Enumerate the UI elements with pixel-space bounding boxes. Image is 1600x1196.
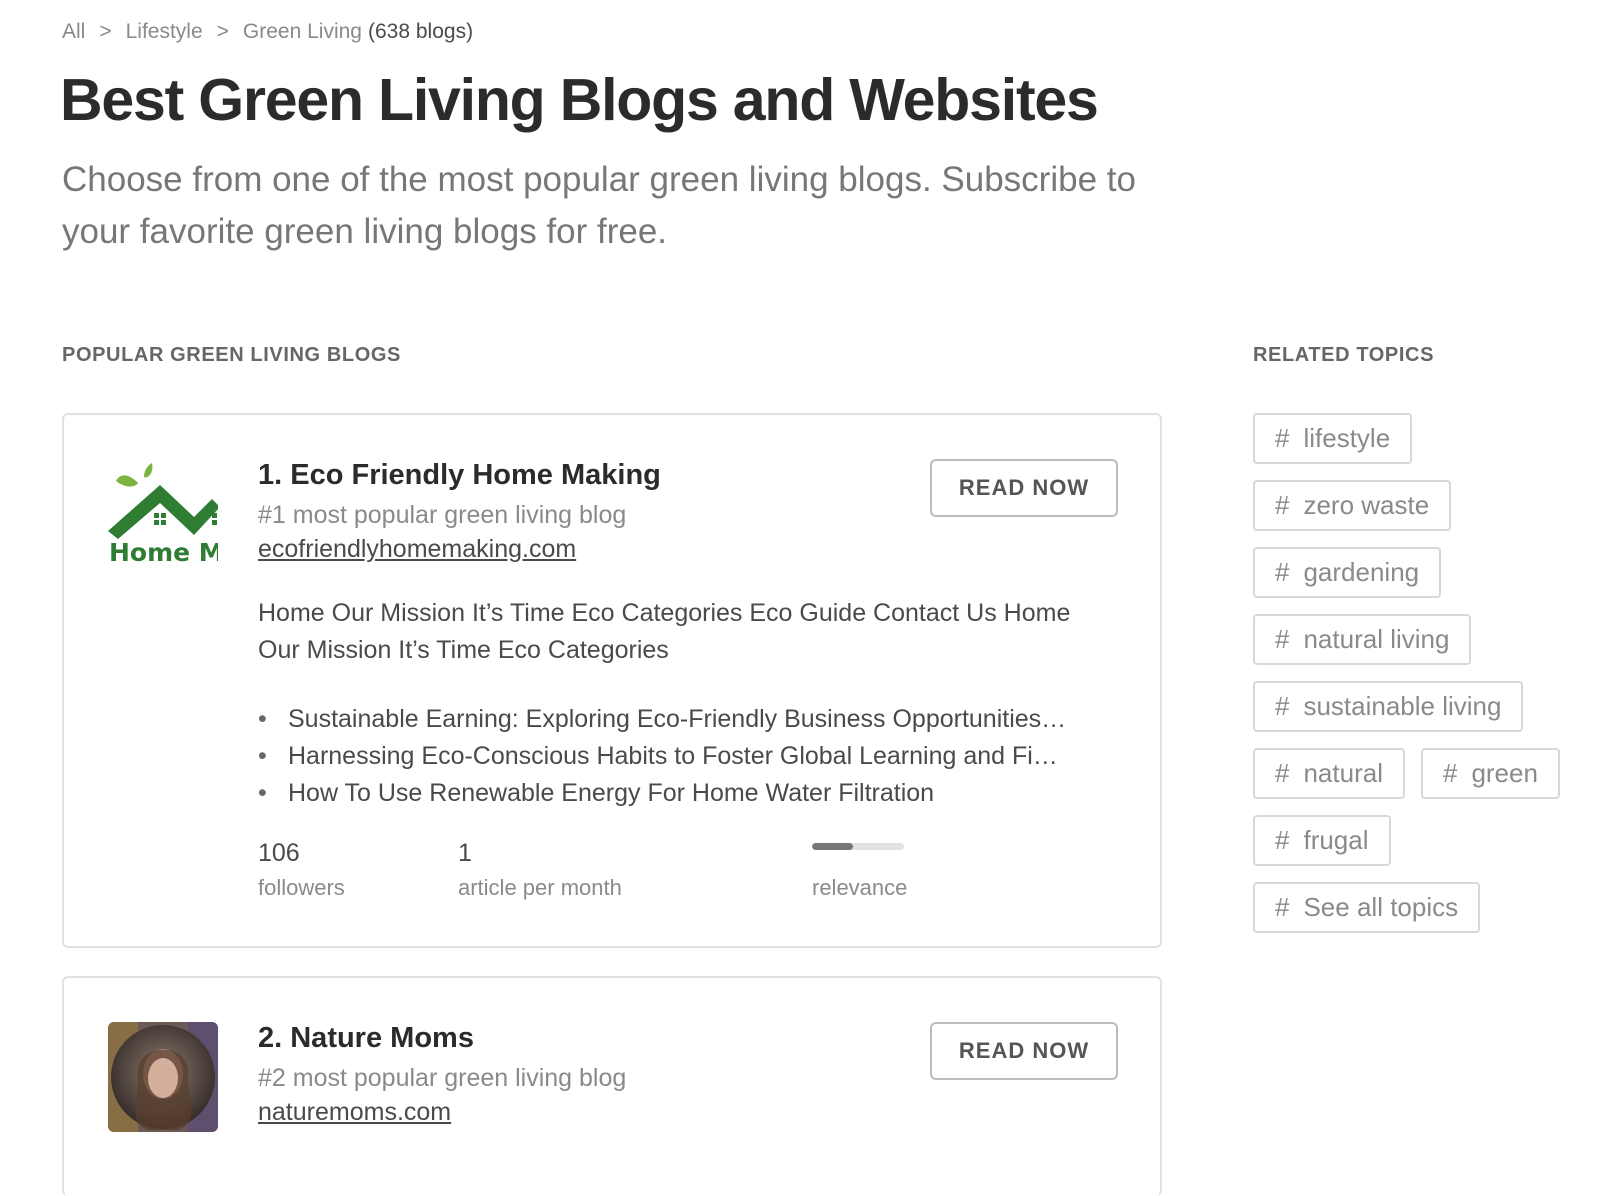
relevance-label: relevance: [812, 875, 908, 900]
read-now-button[interactable]: READ NOW: [930, 459, 1118, 517]
read-now-button[interactable]: READ NOW: [930, 1022, 1118, 1080]
breadcrumb-all[interactable]: All: [62, 20, 85, 43]
breadcrumb-green-living[interactable]: Green Living: [243, 20, 362, 43]
popular-blogs-heading: POPULAR GREEN LIVING BLOGS: [62, 344, 401, 366]
hashtag-icon: #: [1275, 758, 1290, 788]
hashtag-icon: #: [1275, 423, 1290, 453]
topic-zero-waste[interactable]: # zero waste: [1253, 480, 1452, 531]
blog-title[interactable]: 1. Eco Friendly Home Making: [258, 459, 661, 492]
blog-rank: #2 most popular green living blog: [258, 1064, 627, 1092]
hashtag-icon: #: [1275, 691, 1290, 721]
blog-rank: #1 most popular green living blog: [258, 501, 627, 529]
see-all-topics-link[interactable]: # See all topics: [1253, 882, 1481, 933]
topic-natural[interactable]: # natural: [1253, 748, 1405, 799]
breadcrumb-separator: >: [99, 20, 112, 43]
topic-label: gardening: [1303, 557, 1420, 587]
page-title: Best Green Living Blogs and Websites: [60, 67, 1099, 133]
topic-label: lifestyle: [1303, 423, 1391, 453]
relevance-bar: [812, 843, 904, 850]
post-item[interactable]: How To Use Renewable Energy For Home Wat…: [258, 775, 1098, 812]
followers-label: followers: [258, 875, 345, 900]
blog-logo: Home M: [108, 459, 218, 569]
logo-text: Home M: [109, 538, 218, 567]
related-topics-heading: RELATED TOPICS: [1253, 344, 1435, 366]
breadcrumb-blog-count: (638 blogs): [368, 20, 474, 43]
hashtag-icon: #: [1275, 825, 1290, 855]
relevance-bar-fill: [812, 843, 854, 850]
breadcrumb-separator: >: [216, 20, 229, 43]
recent-posts-list: Sustainable Earning: Exploring Eco-Frien…: [258, 701, 1098, 812]
blog-url-link[interactable]: ecofriendlyhomemaking.com: [258, 535, 576, 564]
post-item[interactable]: Harnessing Eco-Conscious Habits to Foste…: [258, 738, 1098, 775]
frequency-label: article per month: [458, 875, 622, 900]
frequency-count: 1: [458, 839, 472, 867]
topic-frugal[interactable]: # frugal: [1253, 815, 1391, 866]
blog-card: Home M 1. Eco Friendly Home Making #1 mo…: [62, 413, 1162, 948]
topic-natural-living[interactable]: # natural living: [1253, 614, 1472, 665]
blog-avatar: [108, 1022, 218, 1132]
page-subtitle: Choose from one of the most popular gree…: [62, 160, 1136, 251]
hashtag-icon: #: [1275, 624, 1290, 654]
followers-count: 106: [258, 839, 300, 867]
topic-label: zero waste: [1303, 490, 1430, 520]
blog-description: Home Our Mission It’s Time Eco Categorie…: [258, 599, 1071, 664]
topic-label: sustainable living: [1303, 691, 1502, 721]
hashtag-icon: #: [1275, 892, 1290, 922]
breadcrumb: All > Lifestyle > Green Living (638 blogs): [62, 20, 473, 44]
blog-card: 2. Nature Moms #2 most popular green liv…: [62, 976, 1162, 1196]
blog-url-link[interactable]: naturemoms.com: [258, 1098, 451, 1127]
topic-label: natural living: [1303, 624, 1450, 654]
topic-sustainable-living[interactable]: # sustainable living: [1253, 681, 1524, 732]
hashtag-icon: #: [1275, 490, 1290, 520]
topic-label: natural: [1303, 758, 1383, 788]
topic-label: See all topics: [1303, 892, 1459, 922]
topic-label: frugal: [1303, 825, 1369, 855]
breadcrumb-lifestyle[interactable]: Lifestyle: [126, 20, 203, 43]
topic-label: green: [1471, 758, 1538, 788]
hashtag-icon: #: [1442, 758, 1458, 788]
blog-title[interactable]: 2. Nature Moms: [258, 1022, 474, 1055]
topic-green[interactable]: # green: [1420, 748, 1560, 799]
post-item[interactable]: Sustainable Earning: Exploring Eco-Frien…: [258, 701, 1098, 738]
hashtag-icon: #: [1275, 557, 1290, 587]
topic-lifestyle[interactable]: # lifestyle: [1253, 413, 1413, 464]
related-topics-list: # lifestyle # zero waste # gardening # natur…: [1253, 413, 1573, 933]
topic-gardening[interactable]: # gardening: [1253, 547, 1442, 598]
